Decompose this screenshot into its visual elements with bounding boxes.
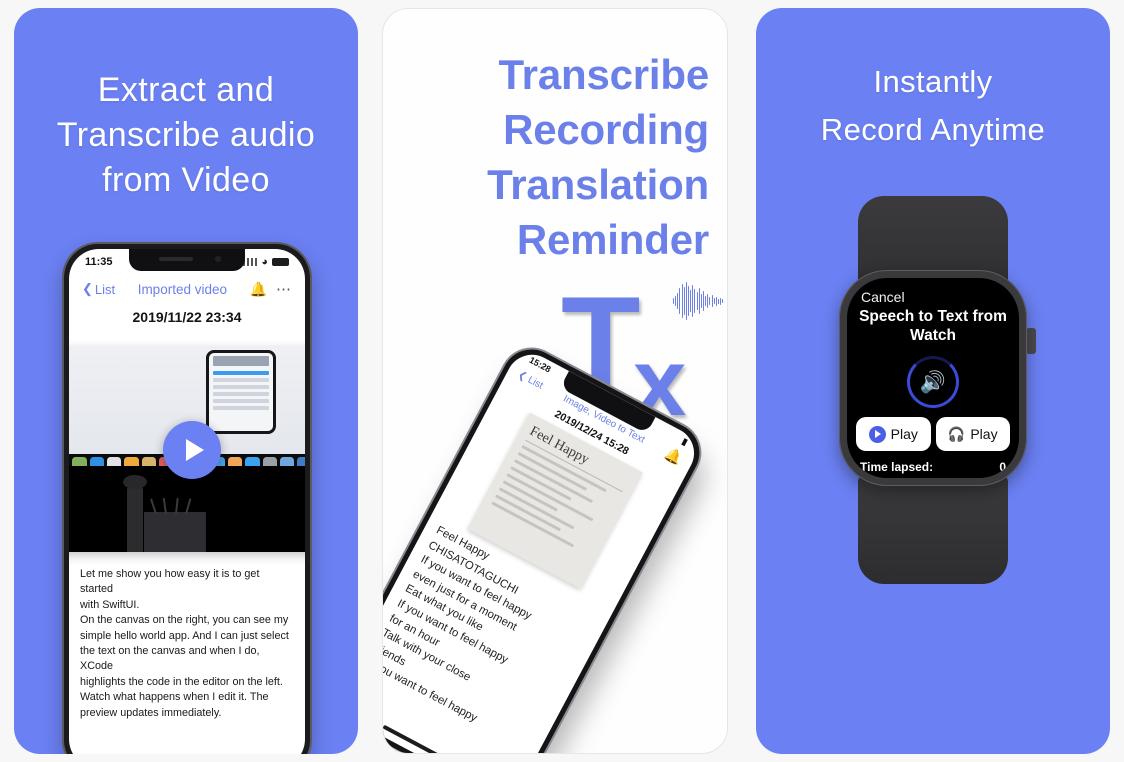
iphone-screen: 11:35 ◕ ❮ List Imported video 🔔 ⋯ 2019/1… <box>69 249 305 754</box>
bell-icon[interactable]: 🔔 <box>250 281 267 298</box>
battery-icon <box>272 258 289 266</box>
watch-screen: Cancel Speech to Text from Watch 🔊 Play … <box>847 278 1019 478</box>
video-player[interactable] <box>69 347 305 552</box>
headline-line: Extract and <box>97 71 275 109</box>
headline-line: Recording <box>503 106 709 153</box>
speaker-wave-icon[interactable]: 🔊 <box>907 356 959 408</box>
chevron-left-icon: ❮ <box>82 281 93 296</box>
transcript-text: Let me show you how easy it is to get st… <box>80 568 289 719</box>
screenshot-stage: Extract and Transcribe audio from Video … <box>0 0 1124 762</box>
play-icon[interactable] <box>163 420 221 479</box>
play-label: Play <box>890 426 918 442</box>
back-button[interactable]: ❮ List <box>82 281 115 297</box>
headline-line: Transcribe <box>498 51 710 98</box>
time-lapsed-label: Time lapsed: <box>860 460 934 474</box>
home-indicator <box>383 724 466 753</box>
time-lapsed-row: Time lapsed: 0 <box>847 451 1019 474</box>
headline-line: Reminder <box>516 216 709 263</box>
play-headphones-button[interactable]: 🎧 Play <box>935 417 1010 451</box>
ellipsis-icon[interactable]: ⋯ <box>276 280 292 298</box>
video-scene-bottom <box>69 465 305 552</box>
audio-waveform-icon <box>673 281 723 321</box>
promo-card-extract: Extract and Transcribe audio from Video … <box>14 8 358 754</box>
apple-watch-main: Cancel Speech to Text from Watch 🔊 Play … <box>756 196 1110 584</box>
promo-card-features: Transcribe Recording Translation Reminde… <box>382 8 728 754</box>
card2-headline: Transcribe Recording Translation Reminde… <box>487 47 709 267</box>
back-label: List <box>525 374 545 392</box>
nav-bar: ❮ List Imported video 🔔 ⋯ <box>69 273 305 307</box>
back-label: List <box>94 281 116 297</box>
presenter-figure <box>123 475 148 552</box>
time-lapsed-value: 0 <box>999 460 1006 474</box>
headline-line: from Video <box>102 161 270 199</box>
headline-line: Instantly <box>873 64 993 99</box>
notch <box>129 249 245 271</box>
iphone-mockup: 11:35 ◕ ❮ List Imported video 🔔 ⋯ 2019/1… <box>64 244 310 754</box>
play-speaker-button[interactable]: Play <box>856 417 931 451</box>
microphones <box>149 497 197 515</box>
watch-case: Cancel Speech to Text from Watch 🔊 Play … <box>839 270 1027 486</box>
headline-line: Transcribe audio <box>56 116 316 154</box>
playback-buttons: Play 🎧 Play <box>847 408 1019 451</box>
promo-card-watch: Instantly Record Anytime Cancel Speech t… <box>756 8 1110 754</box>
digital-crown[interactable] <box>1026 328 1036 354</box>
battery-icon: ▮ <box>680 436 690 448</box>
card3-headline: Instantly Record Anytime <box>756 58 1110 154</box>
headline-line: Translation <box>487 161 709 208</box>
headline-line: Record Anytime <box>820 112 1046 147</box>
video-ipad-graphic <box>206 350 277 434</box>
status-time: 11:35 <box>85 256 113 268</box>
play-circle-icon <box>868 425 886 443</box>
card1-headline: Extract and Transcribe audio from Video <box>14 68 358 203</box>
podium <box>144 512 207 552</box>
cancel-button[interactable]: Cancel <box>847 278 1019 306</box>
recording-date: 2019/11/22 23:34 <box>132 309 242 325</box>
wifi-icon: ◕ <box>261 256 268 268</box>
play-label: Play <box>970 426 998 442</box>
signal-icon <box>243 258 258 266</box>
watch-title: Speech to Text from Watch <box>859 308 1007 344</box>
watch-band-bottom <box>858 474 1008 584</box>
page-title: Imported video <box>137 281 227 297</box>
headphones-icon: 🎧 <box>947 425 966 442</box>
